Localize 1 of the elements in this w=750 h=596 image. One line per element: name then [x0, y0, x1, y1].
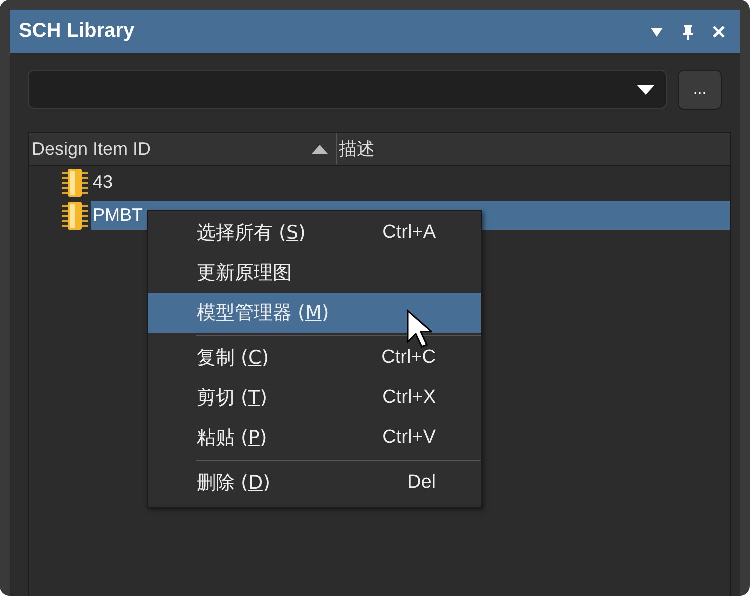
- window-title: SCH Library: [19, 20, 135, 43]
